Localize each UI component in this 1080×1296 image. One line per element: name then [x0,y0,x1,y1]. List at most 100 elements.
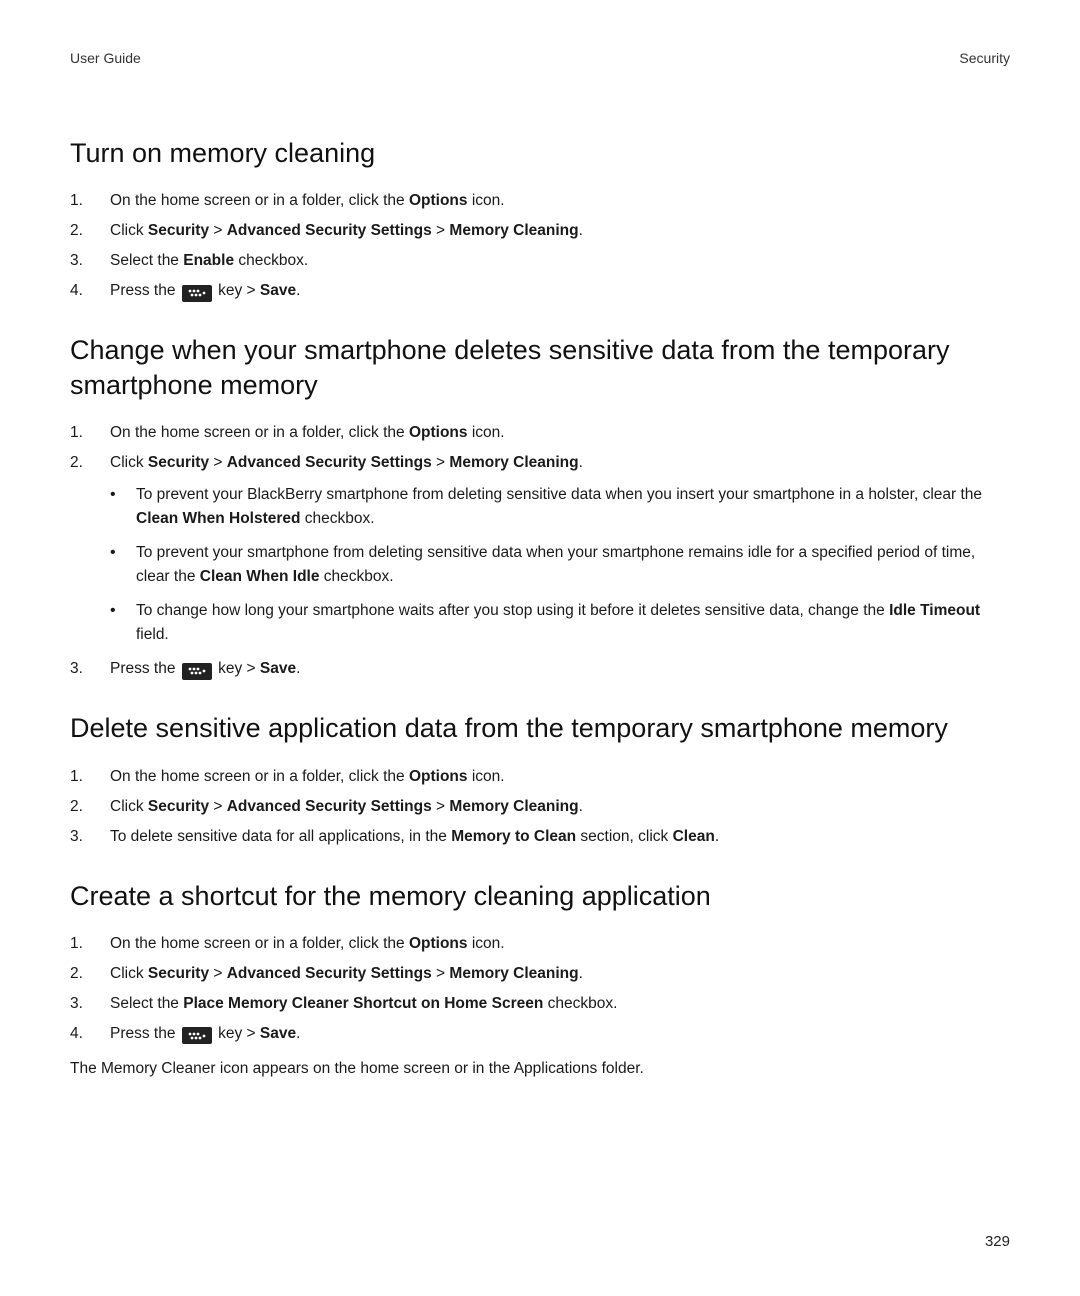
text: key > [214,660,260,677]
bold: Options [409,192,468,209]
text: icon. [468,935,505,952]
bullet: To prevent your BlackBerry smartphone fr… [110,483,1010,531]
step: To delete sensitive data for all applica… [70,825,1010,849]
bullet: To prevent your smartphone from deleting… [110,541,1010,589]
text: > [209,222,227,239]
step: On the home screen or in a folder, click… [70,765,1010,789]
bullet: To change how long your smartphone waits… [110,599,1010,647]
steps-2: On the home screen or in a folder, click… [70,421,1010,475]
text: icon. [468,424,505,441]
step: Select the Enable checkbox. [70,249,1010,273]
bold: Place Memory Cleaner Shortcut on Home Sc… [183,995,543,1012]
bold: Enable [183,252,234,269]
bullets-2: To prevent your BlackBerry smartphone fr… [110,483,1010,647]
step: Click Security > Advanced Security Setti… [70,795,1010,819]
steps-1: On the home screen or in a folder, click… [70,189,1010,303]
bold: Options [409,935,468,952]
text: checkbox. [234,252,308,269]
text: > [432,965,450,982]
step: Click Security > Advanced Security Setti… [70,451,1010,475]
text: checkbox. [301,510,375,527]
bold: Clean [673,828,715,845]
text: checkbox. [543,995,617,1012]
page: User Guide Security Turn on memory clean… [0,0,1080,1296]
section-title-1: Turn on memory cleaning [70,136,1010,171]
steps-2b: Press the key > Save. [70,657,1010,681]
bold: Advanced Security Settings [227,798,432,815]
text: > [209,965,227,982]
step: Press the key > Save. [70,1022,1010,1046]
text: On the home screen or in a folder, click… [110,768,409,785]
section-title-4: Create a shortcut for the memory cleanin… [70,879,1010,914]
bold: Memory Cleaning [449,798,578,815]
text: > [432,222,450,239]
section-title-2: Change when your smartphone deletes sens… [70,333,1010,403]
bold: Memory Cleaning [449,222,578,239]
step: Press the key > Save. [70,279,1010,303]
text: To prevent your BlackBerry smartphone fr… [136,486,982,503]
text: . [579,454,583,471]
text: > [432,454,450,471]
step: Press the key > Save. [70,657,1010,681]
bold: Memory to Clean [451,828,576,845]
step: Click Security > Advanced Security Setti… [70,219,1010,243]
text: key > [214,1025,260,1042]
bold: Idle Timeout [889,602,980,619]
note: The Memory Cleaner icon appears on the h… [70,1060,1010,1078]
text: key > [214,282,260,299]
bold: Memory Cleaning [449,965,578,982]
step: Select the Place Memory Cleaner Shortcut… [70,992,1010,1016]
text: Click [110,965,148,982]
text: On the home screen or in a folder, click… [110,935,409,952]
blackberry-key-icon [182,285,212,302]
blackberry-key-icon [182,1027,212,1044]
text: . [579,222,583,239]
page-header: User Guide Security [70,50,1010,66]
text: Click [110,798,148,815]
text: . [579,965,583,982]
bold: Options [409,768,468,785]
text: . [715,828,719,845]
text: > [432,798,450,815]
blackberry-key-icon [182,663,212,680]
text: Select the [110,995,183,1012]
section-title-3: Delete sensitive application data from t… [70,711,1010,746]
text: checkbox. [319,568,393,585]
text: Press the [110,1025,180,1042]
text: . [296,660,300,677]
bold: Security [148,454,209,471]
steps-4: On the home screen or in a folder, click… [70,932,1010,1046]
bold: Clean When Idle [200,568,320,585]
text: section, click [576,828,672,845]
page-number: 329 [985,1233,1010,1250]
bold: Save [260,282,296,299]
text: Press the [110,282,180,299]
text: icon. [468,192,505,209]
text: > [209,454,227,471]
bold: Save [260,1025,296,1042]
bold: Security [148,965,209,982]
header-right: Security [959,50,1010,66]
text: Click [110,222,148,239]
bold: Advanced Security Settings [227,222,432,239]
bold: Advanced Security Settings [227,454,432,471]
step: On the home screen or in a folder, click… [70,189,1010,213]
bold: Security [148,798,209,815]
text: To delete sensitive data for all applica… [110,828,451,845]
text: . [579,798,583,815]
steps-3: On the home screen or in a folder, click… [70,765,1010,849]
text: On the home screen or in a folder, click… [110,424,409,441]
bold: Save [260,660,296,677]
text: Click [110,454,148,471]
bold: Options [409,424,468,441]
step: Click Security > Advanced Security Setti… [70,962,1010,986]
text: icon. [468,768,505,785]
step: On the home screen or in a folder, click… [70,421,1010,445]
text: Press the [110,660,180,677]
header-left: User Guide [70,50,141,66]
bold: Advanced Security Settings [227,965,432,982]
text: On the home screen or in a folder, click… [110,192,409,209]
text: Select the [110,252,183,269]
bold: Memory Cleaning [449,454,578,471]
text: field. [136,626,169,643]
